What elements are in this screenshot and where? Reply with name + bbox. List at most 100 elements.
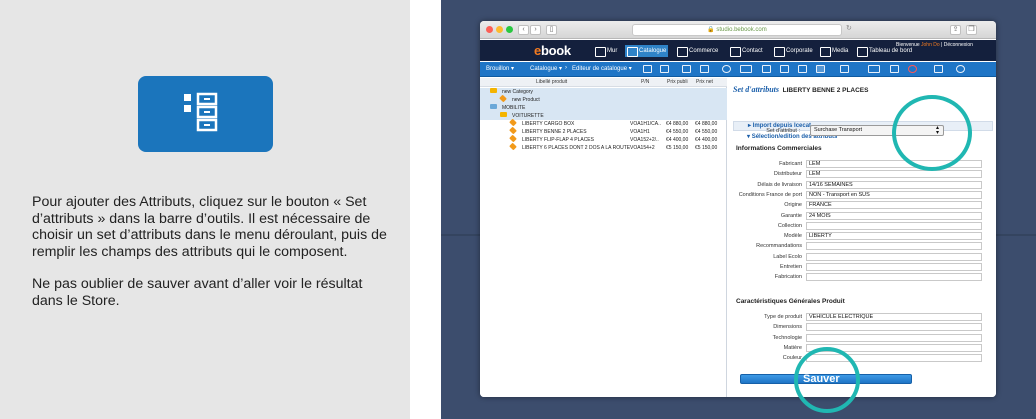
- nav-mur[interactable]: Mur: [593, 45, 619, 57]
- attribute-field[interactable]: [806, 323, 982, 332]
- row-label: LIBERTY 6 PLACES DONT 2 DOS A LA ROUTE: [522, 145, 631, 151]
- back-icon[interactable]: ‹: [518, 25, 529, 35]
- welcome-message: Bienvenue John Do | Déconnexion: [896, 42, 973, 48]
- attribute-label: Technologie: [772, 334, 802, 341]
- instructions-paragraph-2: Ne pas oublier de sauver avant d’aller v…: [32, 276, 363, 309]
- user-name[interactable]: John Do: [921, 42, 940, 48]
- row-price-net: €4 880,00: [695, 121, 718, 127]
- minimize-window-button[interactable]: [496, 26, 503, 33]
- settings-icon[interactable]: [890, 65, 899, 73]
- tax-icon[interactable]: [740, 65, 752, 73]
- attributes-set-icon: [138, 76, 273, 152]
- edit-icon[interactable]: [660, 65, 669, 73]
- import-icon[interactable]: [780, 65, 789, 73]
- attribute-set-value: Surchase Transport: [814, 127, 862, 133]
- reload-icon[interactable]: ↻: [846, 24, 852, 32]
- instructions-panel: Pour ajouter des Attributs, cliquez sur …: [0, 0, 410, 419]
- folder-icon: [490, 104, 497, 109]
- export-icon[interactable]: [934, 65, 943, 73]
- attribute-label: Garantie: [780, 212, 802, 219]
- attribute-field[interactable]: LEM: [806, 170, 982, 179]
- barcode-icon[interactable]: [700, 65, 709, 73]
- table-row[interactable]: new Category: [480, 88, 727, 96]
- attribute-field[interactable]: [806, 252, 982, 261]
- instructions-paragraph-1: Pour ajouter des Attributs, cliquez sur …: [32, 194, 387, 260]
- table-row[interactable]: MOBILITE: [480, 104, 727, 112]
- row-label: new Category: [502, 89, 533, 95]
- row-label: new Product: [512, 97, 540, 103]
- search-icon[interactable]: [956, 65, 965, 73]
- attribute-field[interactable]: LIBERTY: [806, 232, 982, 241]
- attribute-label: Type de produit: [764, 314, 802, 320]
- catalog-toolbar: Brouillon ▾ Catalogue ▾ › Editeur de cat…: [480, 62, 996, 77]
- columns-icon[interactable]: [798, 65, 807, 73]
- attribute-field[interactable]: 24 MOIS: [806, 211, 982, 220]
- nav-label: Contact: [742, 48, 763, 54]
- nav-catalogue[interactable]: Catalogue: [625, 45, 669, 57]
- calendar-icon[interactable]: [682, 65, 691, 73]
- logo-text: book: [540, 43, 571, 58]
- attribute-field[interactable]: [806, 242, 982, 251]
- row-price-public: €4 550,00: [666, 129, 689, 135]
- mode-dropdown[interactable]: Brouillon ▾: [486, 65, 514, 72]
- group-product-title: Caractéristiques Générales Produit: [736, 298, 845, 305]
- share-icon[interactable]: ⇪: [950, 25, 961, 35]
- table-row[interactable]: new Product: [480, 94, 727, 104]
- browser-titlebar: ‹ › ▯ 🔒 studio.bebook.com ↻ ⇪ ❐: [480, 21, 996, 39]
- attribute-field[interactable]: [806, 221, 982, 230]
- row-label: LIBERTY BENNE 2 PLACES: [522, 129, 587, 135]
- attribute-field[interactable]: VEHICULE ELECTRIQUE: [806, 313, 982, 321]
- globe-icon[interactable]: [722, 65, 731, 73]
- attribute-field[interactable]: 14/16 SEMAINES: [806, 180, 982, 189]
- nav-label: Mur: [607, 48, 618, 54]
- folder-icon: [490, 88, 497, 93]
- table-row[interactable]: LIBERTY 6 PLACES DONT 2 DOS A LA ROUTE VO…: [480, 142, 727, 152]
- attribute-field[interactable]: NON - Transport en SUS: [806, 190, 982, 199]
- tags-icon[interactable]: [868, 65, 880, 73]
- nav-label: Commerce: [689, 48, 719, 54]
- attribute-set-label: Set d'attribut :: [766, 128, 800, 134]
- tabs-icon[interactable]: ❐: [966, 25, 977, 35]
- attributes-set-button[interactable]: [816, 65, 825, 73]
- row-price-public: €4 400,00: [666, 137, 689, 143]
- table-row[interactable]: LIBERTY BENNE 2 PLACES VOA1H1 €4 550,00 €4 …: [480, 126, 727, 136]
- folder-icon: [500, 112, 507, 117]
- product-tag-icon: [509, 134, 517, 143]
- nav-contact[interactable]: Contact: [728, 45, 765, 57]
- maximize-window-button[interactable]: [506, 26, 513, 33]
- row-price-net: €4 550,00: [695, 129, 718, 135]
- editor-dropdown[interactable]: Editeur de catalogue ▾: [572, 65, 632, 72]
- row-pn: VOA1H1/CA..: [630, 121, 661, 127]
- url-bar[interactable]: 🔒 studio.bebook.com: [632, 24, 842, 36]
- nav-media[interactable]: Media: [818, 45, 850, 57]
- column-header-price-public[interactable]: Prix publi: [667, 79, 688, 85]
- attribute-label: Fabrication: [774, 274, 802, 281]
- table-row[interactable]: LIBERTY CARGO BOX VOA1H1/CA.. €4 880,00 €4 …: [480, 118, 727, 128]
- nav-commerce[interactable]: Commerce: [675, 45, 720, 57]
- attribute-label: Délais de livraison: [757, 181, 802, 188]
- attribute-field[interactable]: [806, 263, 982, 271]
- delete-icon[interactable]: [908, 65, 917, 73]
- column-header-label[interactable]: Libellé produit: [536, 79, 567, 85]
- sidebar-icon[interactable]: ▯: [546, 25, 557, 35]
- tag-icon[interactable]: [840, 65, 849, 73]
- nav-corporate[interactable]: Corporate: [772, 45, 815, 57]
- attribute-field[interactable]: [806, 273, 982, 282]
- logout-link[interactable]: Déconnexion: [944, 42, 973, 48]
- attribute-field[interactable]: FRANCE: [806, 201, 982, 210]
- attribute-label: Entretien: [779, 264, 802, 270]
- column-header-pn[interactable]: P/N: [641, 79, 649, 85]
- attribute-field[interactable]: [806, 333, 982, 342]
- catalog-dropdown[interactable]: Catalogue ▾: [530, 65, 562, 72]
- close-window-button[interactable]: [486, 26, 493, 33]
- attribute-label: Distributeur: [773, 171, 802, 178]
- category-icon[interactable]: [643, 65, 652, 73]
- table-row[interactable]: VOITURETTE: [480, 112, 727, 120]
- list-icon[interactable]: [762, 65, 771, 73]
- column-header-price-net[interactable]: Prix net: [696, 79, 713, 85]
- attribute-label: Couleur: [782, 355, 802, 362]
- app-logo[interactable]: ebook: [534, 43, 571, 58]
- table-row[interactable]: LIBERTY FLIP-FLAP 4 PLACES VOA152+2/.. €4 …: [480, 134, 727, 144]
- forward-icon[interactable]: ›: [530, 25, 541, 35]
- nav-label: Tableau de bord: [869, 48, 913, 54]
